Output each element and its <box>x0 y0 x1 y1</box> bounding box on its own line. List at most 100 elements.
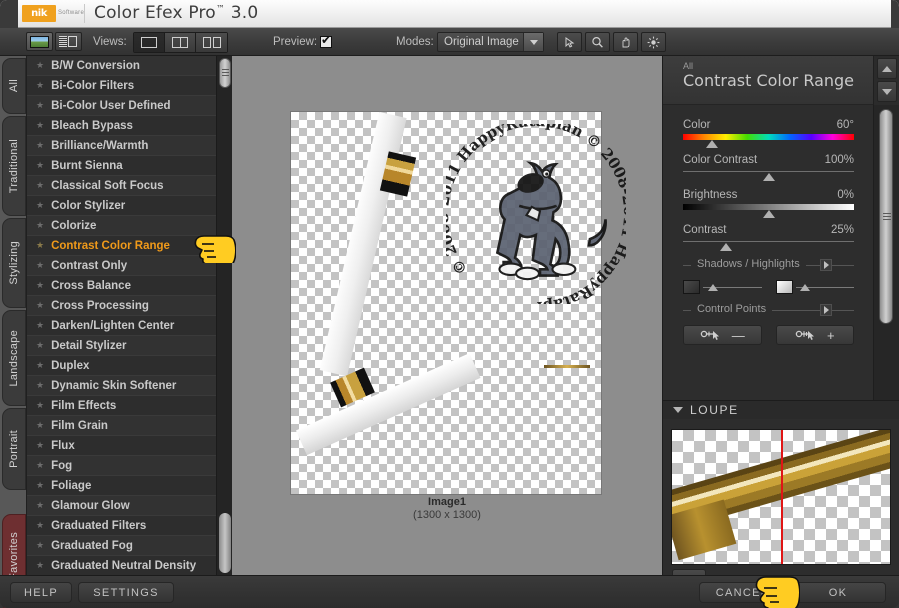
split-view-button[interactable] <box>165 33 196 52</box>
pointer-tool-icon[interactable] <box>557 32 582 52</box>
filter-list-item[interactable]: ★ Film Effects <box>27 396 217 416</box>
filter-list-item[interactable]: ★ B/W Conversion <box>27 56 217 76</box>
favorite-star-icon[interactable]: ★ <box>36 560 44 571</box>
scrollbar-thumb[interactable] <box>219 58 231 88</box>
loupe-header[interactable]: LOUPE <box>663 400 899 419</box>
filter-list-item[interactable]: ★ Film Grain <box>27 416 217 436</box>
tab-traditional[interactable]: Traditional <box>2 116 26 216</box>
filter-list-item[interactable]: ★ Color Stylizer <box>27 196 217 216</box>
filter-list-item[interactable]: ★ Glamour Glow <box>27 496 217 516</box>
control-points-expand-icon[interactable] <box>820 304 832 316</box>
highlight-swatch[interactable] <box>775 280 793 294</box>
favorite-star-icon[interactable]: ★ <box>36 160 44 171</box>
favorite-star-icon[interactable]: ★ <box>36 120 44 131</box>
favorite-star-icon[interactable]: ★ <box>36 520 44 531</box>
settings-scrollbar[interactable] <box>873 105 899 400</box>
brightness-slider-track[interactable] <box>683 204 854 218</box>
highlights-slider-track[interactable] <box>795 282 854 292</box>
filter-list-item[interactable]: ★ Contrast Color Range <box>27 236 217 256</box>
filter-list-item[interactable]: ★ Classical Soft Focus <box>27 176 217 196</box>
brightness-slider-knob[interactable] <box>762 210 775 218</box>
favorite-star-icon[interactable]: ★ <box>36 320 44 331</box>
filter-list-item[interactable]: ★ Graduated Neutral Density <box>27 556 217 575</box>
cancel-button[interactable]: CANCEL <box>699 582 785 603</box>
color-contrast-slider-knob[interactable] <box>762 173 775 181</box>
favorite-star-icon[interactable]: ★ <box>36 440 44 451</box>
tab-stylizing[interactable]: Stylizing <box>2 218 26 308</box>
filter-list-item[interactable]: ★ Duplex <box>27 356 217 376</box>
tab-all[interactable]: All <box>2 58 26 114</box>
contrast-slider-knob[interactable] <box>719 243 732 251</box>
tab-landscape[interactable]: Landscape <box>2 310 26 406</box>
filter-list-item[interactable]: ★ Foliage <box>27 476 217 496</box>
favorite-star-icon[interactable]: ★ <box>36 220 44 231</box>
filter-browser-icon[interactable] <box>55 32 82 51</box>
next-filter-button[interactable] <box>877 81 897 102</box>
favorite-star-icon[interactable]: ★ <box>36 80 44 91</box>
favorite-star-icon[interactable]: ★ <box>36 340 44 351</box>
filter-list-item[interactable]: ★ Graduated Fog <box>27 536 217 556</box>
shadows-highlights-expand-icon[interactable] <box>820 259 832 271</box>
settings-scrollbar-thumb[interactable] <box>879 109 893 324</box>
side-by-side-view-button[interactable] <box>196 33 227 52</box>
pan-hand-tool-icon[interactable] <box>613 32 638 52</box>
filter-list[interactable]: ★ B/W Conversion ★ Bi-Color Filters ★ Bi-Colo… <box>27 56 217 575</box>
filter-list-item[interactable]: ★ Cross Processing <box>27 296 217 316</box>
favorite-star-icon[interactable]: ★ <box>36 480 44 491</box>
filter-list-item[interactable]: ★ Fog <box>27 456 217 476</box>
filter-list-item[interactable]: ★ Colorize <box>27 216 217 236</box>
favorite-star-icon[interactable]: ★ <box>36 280 44 291</box>
favorite-star-icon[interactable]: ★ <box>36 140 44 151</box>
zoom-tool-icon[interactable] <box>585 32 610 52</box>
favorite-star-icon[interactable]: ★ <box>36 380 44 391</box>
shadows-slider-knob[interactable] <box>707 284 718 291</box>
settings-button[interactable]: SETTINGS <box>78 582 174 603</box>
filter-list-scrollbar[interactable] <box>216 56 232 575</box>
single-view-button[interactable] <box>134 33 165 52</box>
remove-control-point-button[interactable]: — <box>683 325 762 345</box>
favorite-star-icon[interactable]: ★ <box>36 260 44 271</box>
ok-button[interactable]: OK <box>790 582 886 603</box>
highlights-slider-knob[interactable] <box>800 284 811 291</box>
favorite-star-icon[interactable]: ★ <box>36 300 44 311</box>
help-button[interactable]: HELP <box>10 582 72 603</box>
loupe-preview[interactable] <box>672 430 890 564</box>
filter-list-item[interactable]: ★ Darken/Lighten Center <box>27 316 217 336</box>
chevron-down-icon[interactable] <box>673 407 683 413</box>
highlights-control[interactable] <box>775 280 854 294</box>
favorite-star-icon[interactable]: ★ <box>36 360 44 371</box>
shadows-control[interactable] <box>683 280 762 294</box>
tab-portrait[interactable]: Portrait <box>2 408 26 490</box>
favorite-star-icon[interactable]: ★ <box>36 180 44 191</box>
filter-list-item[interactable]: ★ Bleach Bypass <box>27 116 217 136</box>
chevron-down-icon[interactable] <box>523 33 543 51</box>
favorite-star-icon[interactable]: ★ <box>36 60 44 71</box>
favorite-star-icon[interactable]: ★ <box>36 400 44 411</box>
favorite-star-icon[interactable]: ★ <box>36 100 44 111</box>
modes-dropdown[interactable]: Original Image <box>437 32 544 52</box>
color-slider-track[interactable] <box>683 134 854 148</box>
add-control-point-button[interactable]: + <box>775 325 854 345</box>
preview-checkbox[interactable] <box>320 34 332 48</box>
filter-list-item[interactable]: ★ Cross Balance <box>27 276 217 296</box>
filter-list-item[interactable]: ★ Dynamic Skin Softener <box>27 376 217 396</box>
favorite-star-icon[interactable]: ★ <box>36 200 44 211</box>
favorite-star-icon[interactable]: ★ <box>36 500 44 511</box>
contrast-slider-track[interactable] <box>683 239 854 251</box>
filter-list-item[interactable]: ★ Bi-Color User Defined <box>27 96 217 116</box>
filter-list-item[interactable]: ★ Contrast Only <box>27 256 217 276</box>
favorite-star-icon[interactable]: ★ <box>36 420 44 431</box>
color-contrast-slider-track[interactable] <box>683 169 854 181</box>
favorite-star-icon[interactable]: ★ <box>36 540 44 551</box>
previous-filter-button[interactable] <box>877 58 897 79</box>
image-preview[interactable]: © 2008-2011 HappyRataplan © 2008-2011 Ha… <box>291 111 626 494</box>
color-slider-knob[interactable] <box>706 140 719 148</box>
filter-list-item[interactable]: ★ Flux <box>27 436 217 456</box>
filter-list-item[interactable]: ★ Burnt Sienna <box>27 156 217 176</box>
favorite-star-icon[interactable]: ★ <box>36 240 44 251</box>
control-point-tool-icon[interactable] <box>641 32 666 52</box>
shadows-slider-track[interactable] <box>703 282 762 292</box>
filter-list-item[interactable]: ★ Bi-Color Filters <box>27 76 217 96</box>
filter-list-item[interactable]: ★ Brilliance/Warmth <box>27 136 217 156</box>
image-canvas[interactable]: © 2008-2011 HappyRataplan © 2008-2011 Ha… <box>232 56 662 575</box>
